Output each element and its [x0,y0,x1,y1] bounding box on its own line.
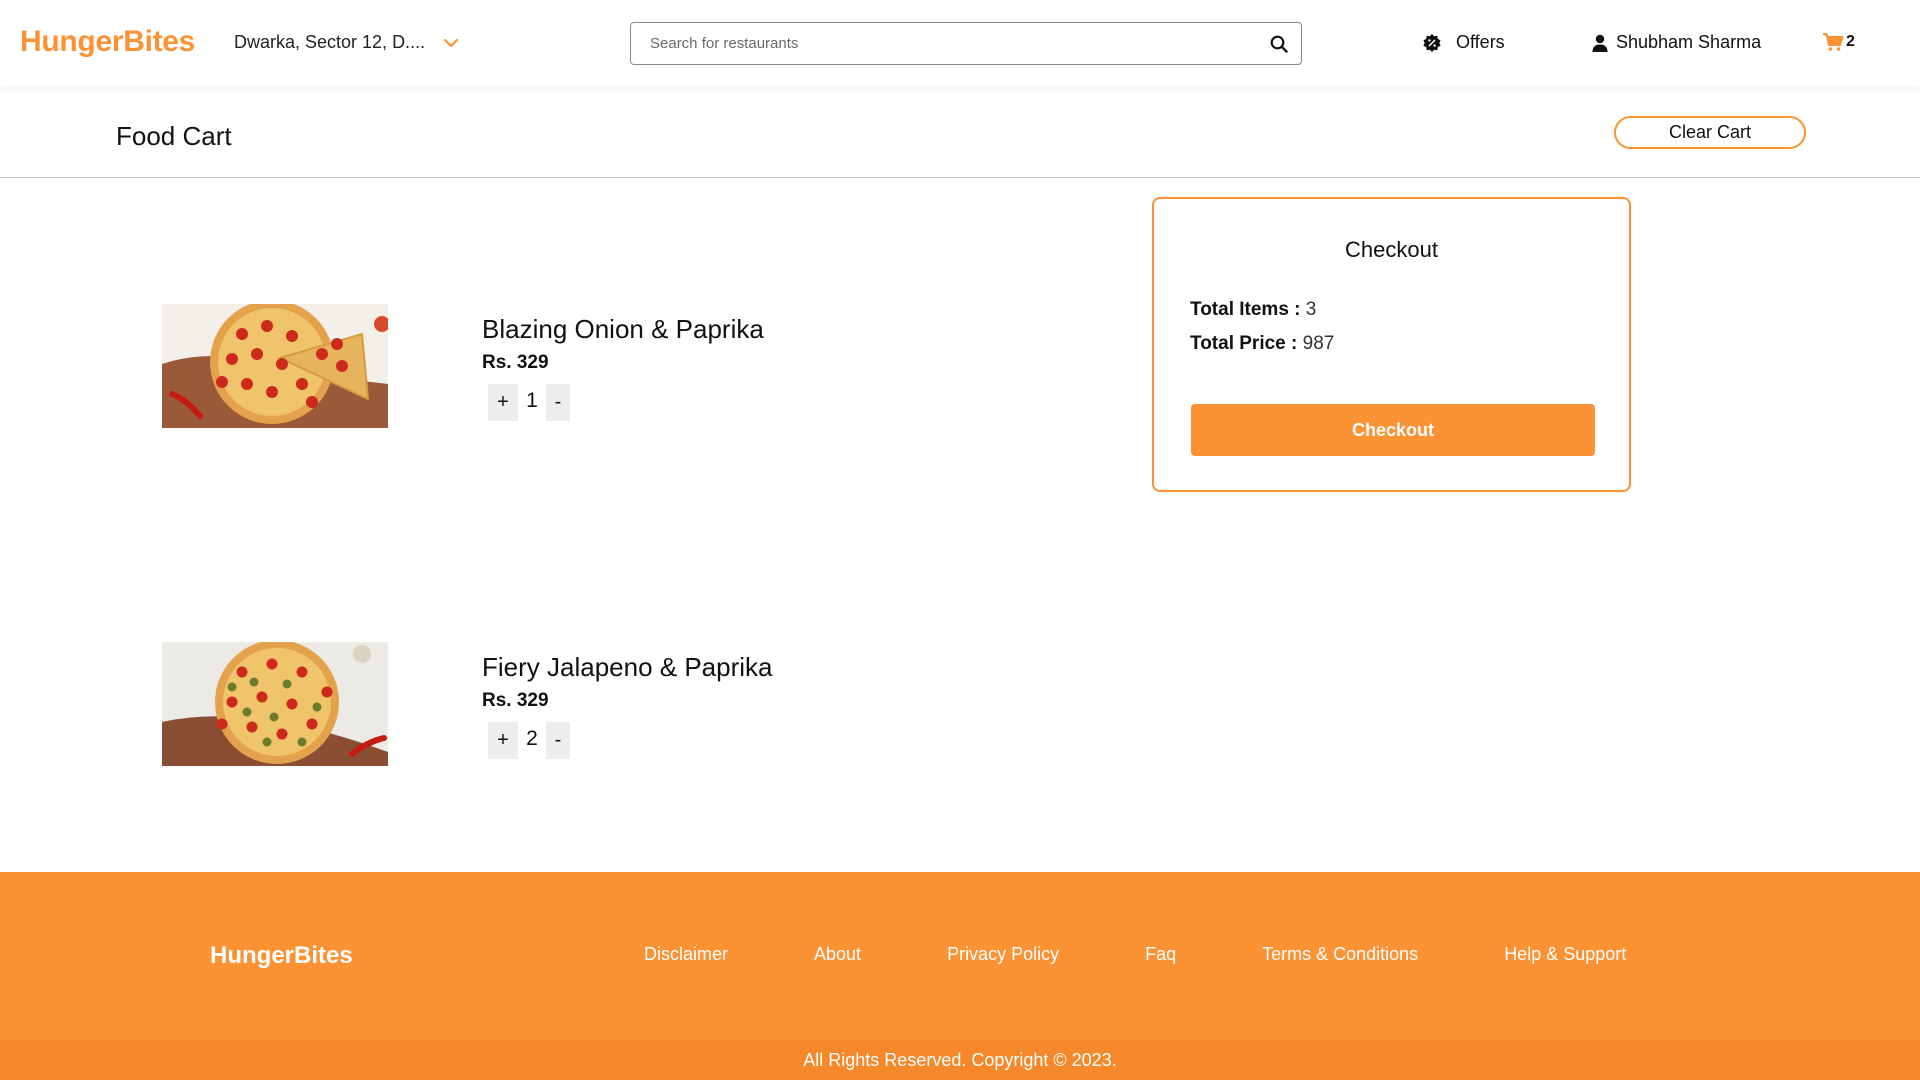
total-price-value: 987 [1302,333,1335,354]
total-items-value: 3 [1305,299,1317,320]
item-name: Fiery Jalapeno & Paprika [482,652,773,682]
checkout-button[interactable]: Checkout [1191,404,1595,456]
item-price: Rs. 329 [482,690,549,711]
increase-quantity-button[interactable]: + [488,384,518,421]
location-label: Dwarka, Sector 12, D.... [234,32,426,52]
footer-link-disclaimer[interactable]: Disclaimer [644,944,728,965]
total-items-label: Total Items : [1190,299,1301,320]
decrease-quantity-button[interactable]: - [546,722,570,759]
cart-item: Fiery Jalapeno & Paprika Rs. 329 + 2 - [162,642,1062,768]
page-title: Food Cart [116,121,232,151]
quantity-value: 1 [526,388,538,412]
quantity-value: 2 [526,726,538,750]
pizza-image [162,642,388,766]
top-navbar: HungerBites Dwarka, Sector 12, D.... Off… [0,0,1920,86]
footer: HungerBites Disclaimer About Privacy Pol… [0,872,1920,1040]
footer-link-faq[interactable]: Faq [1145,944,1176,965]
offers-label: Offers [1456,32,1505,52]
checkout-card: Checkout Total Items : 3 Total Price : 9… [1152,197,1631,492]
footer-link-terms[interactable]: Terms & Conditions [1262,944,1418,965]
copyright-text: All Rights Reserved. Copyright © 2023. [0,1040,1920,1080]
shopping-cart-icon [1823,33,1844,51]
search-icon[interactable] [1269,34,1289,54]
quantity-stepper: + 1 - [488,384,570,421]
total-price-row: Total Price : 987 [1190,333,1334,355]
user-name: Shubham Sharma [1616,32,1762,52]
chevron-down-icon [443,38,459,47]
user-icon [1592,34,1608,52]
item-price: Rs. 329 [482,352,549,373]
quantity-stepper: + 2 - [488,722,570,759]
footer-link-privacy-policy[interactable]: Privacy Policy [947,944,1059,965]
cart-count-badge: 2 [1846,33,1855,50]
total-price-label: Total Price : [1190,333,1298,354]
footer-link-about[interactable]: About [814,944,861,965]
footer-logo[interactable]: HungerBites [210,942,353,970]
cart-item: Blazing Onion & Paprika Rs. 329 + 1 - [162,304,1062,430]
item-name: Blazing Onion & Paprika [482,314,764,344]
footer-links: Disclaimer About Privacy Policy Faq Term… [644,944,1626,965]
footer-link-help-support[interactable]: Help & Support [1504,944,1626,965]
checkout-title: Checkout [1345,237,1438,262]
discount-badge-icon [1423,33,1441,52]
brand-logo[interactable]: HungerBites [20,25,195,59]
clear-cart-button[interactable]: Clear Cart [1614,116,1806,149]
user-profile-link[interactable]: Shubham Sharma [1592,32,1761,53]
pizza-image [162,304,388,428]
location-selector[interactable]: Dwarka, Sector 12, D.... [234,32,461,53]
cart-link[interactable]: 2 [1822,32,1855,52]
cart-header: Food Cart Clear Cart [0,96,1920,178]
increase-quantity-button[interactable]: + [488,722,518,759]
decrease-quantity-button[interactable]: - [546,384,570,421]
total-items-row: Total Items : 3 [1190,299,1316,321]
search-input[interactable] [631,23,1269,64]
offers-link[interactable]: Offers [1422,32,1505,53]
search-bar [630,22,1302,65]
